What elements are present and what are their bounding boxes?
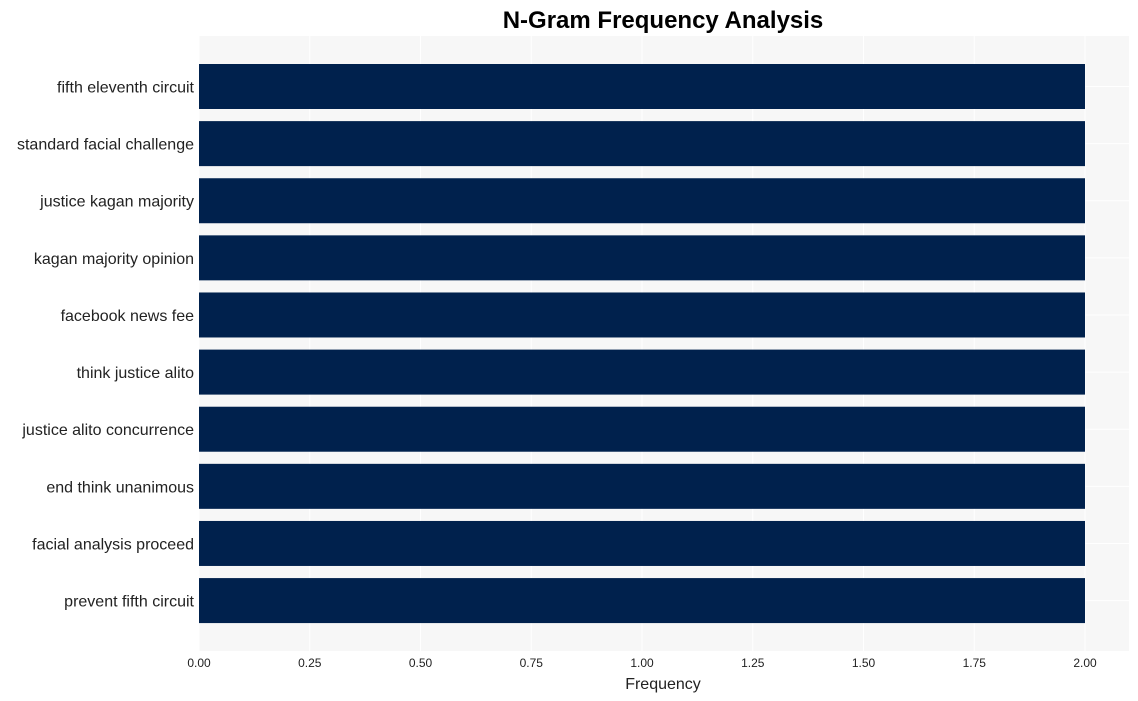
chart-title: N-Gram Frequency Analysis <box>503 7 824 34</box>
y-tick-label: end think unanimous <box>46 479 194 496</box>
y-tick-label: standard facial challenge <box>17 137 194 154</box>
x-tick-labels: 0.00 0.25 0.50 0.75 1.00 1.25 1.50 1.75 2.00 <box>187 656 1097 670</box>
bar <box>199 349 1085 395</box>
bar <box>199 178 1085 224</box>
y-tick-label: prevent fifth circuit <box>64 594 194 611</box>
x-tick-label: 1.00 <box>630 656 654 670</box>
y-tick-label: think justice alito <box>77 365 194 382</box>
bar <box>199 520 1085 566</box>
y-tick-label: fifth eleventh circuit <box>57 80 195 97</box>
y-tick-label: justice kagan majority <box>39 194 194 211</box>
x-axis-label: Frequency <box>625 676 701 693</box>
x-tick-label: 0.50 <box>409 656 433 670</box>
y-tick-label: justice alito concurrence <box>21 422 194 439</box>
bar <box>199 463 1085 509</box>
bar <box>199 406 1085 452</box>
x-tick-label: 0.25 <box>298 656 322 670</box>
x-tick-label: 0.75 <box>520 656 544 670</box>
x-tick-label: 1.50 <box>852 656 876 670</box>
y-tick-label: facebook news fee <box>61 308 195 325</box>
bar <box>199 578 1085 624</box>
x-tick-label: 2.00 <box>1073 656 1097 670</box>
y-tick-label: facial analysis proceed <box>32 536 194 553</box>
bar <box>199 64 1085 109</box>
y-tick-label: kagan majority opinion <box>34 251 194 268</box>
bar <box>199 292 1085 338</box>
bar <box>199 121 1085 167</box>
x-tick-label: 0.00 <box>187 656 211 670</box>
ngram-bar-chart: fifth eleventh circuit standard facial ch… <box>17 7 1129 693</box>
x-tick-label: 1.75 <box>963 656 987 670</box>
bar <box>199 235 1085 281</box>
x-tick-label: 1.25 <box>741 656 765 670</box>
y-tick-labels: fifth eleventh circuit standard facial ch… <box>17 80 195 611</box>
